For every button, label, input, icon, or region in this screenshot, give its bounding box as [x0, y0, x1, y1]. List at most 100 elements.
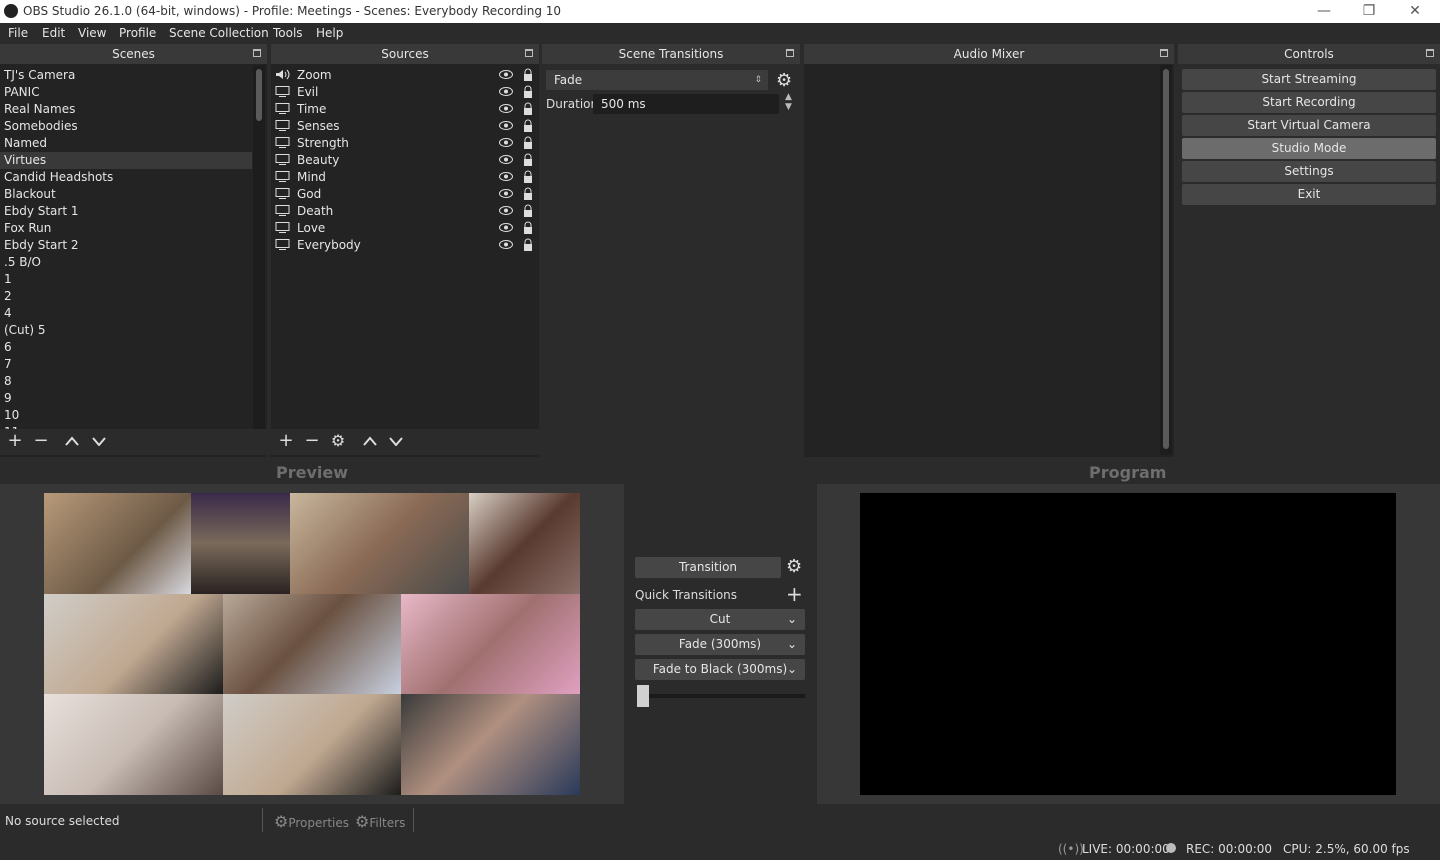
scroll-thumb[interactable]	[1163, 69, 1169, 449]
preview-panel[interactable]	[0, 484, 624, 804]
start-streaming-button[interactable]: Start Streaming	[1182, 69, 1436, 90]
lock-icon[interactable]	[523, 136, 533, 150]
remove-source-button[interactable]: −	[302, 432, 322, 452]
scene-item[interactable]: Candid Headshots	[0, 169, 252, 186]
source-item[interactable]: Love	[271, 220, 537, 237]
source-item[interactable]: Beauty	[271, 152, 537, 169]
scenes-scrollbar[interactable]	[253, 65, 265, 429]
source-item[interactable]: Death	[271, 203, 537, 220]
scene-item[interactable]: Ebdy Start 2	[0, 237, 252, 254]
float-icon[interactable]	[1426, 49, 1434, 57]
duration-field[interactable]: 500 ms	[593, 94, 779, 114]
scene-list[interactable]: TJ's Camera PANIC Real Names Somebodies Name…	[0, 65, 267, 429]
menu-tools[interactable]: Tools	[273, 26, 303, 40]
lock-icon[interactable]	[523, 238, 533, 252]
source-item[interactable]: Everybody	[271, 237, 537, 254]
transition-gear-icon[interactable]: ⚙	[776, 70, 792, 91]
quick-transition-cut[interactable]: Cut ⌄	[635, 609, 805, 630]
source-item[interactable]: Mind	[271, 169, 537, 186]
start-virtual-camera-button[interactable]: Start Virtual Camera	[1182, 115, 1436, 136]
scene-item[interactable]: Named	[0, 135, 252, 152]
menu-help[interactable]: Help	[316, 26, 343, 40]
scene-item[interactable]: Ebdy Start 1	[0, 203, 252, 220]
lock-icon[interactable]	[523, 85, 533, 99]
lock-icon[interactable]	[523, 68, 533, 82]
remove-scene-button[interactable]: −	[31, 432, 51, 452]
scene-item[interactable]: Virtues	[0, 152, 252, 169]
add-quick-transition-icon[interactable]: +	[786, 582, 803, 606]
float-icon[interactable]	[786, 49, 794, 57]
eye-icon[interactable]	[499, 172, 513, 181]
scene-item[interactable]: 1	[0, 271, 252, 288]
move-down-button[interactable]	[89, 432, 109, 452]
duration-spinner[interactable]: ▲ ▼	[781, 92, 796, 114]
close-button[interactable]: ✕	[1392, 0, 1438, 23]
t-bar-handle[interactable]	[637, 685, 649, 707]
menu-profile[interactable]: Profile	[119, 26, 156, 40]
source-down-button[interactable]	[386, 432, 406, 452]
scene-item[interactable]: PANIC	[0, 84, 252, 101]
start-recording-button[interactable]: Start Recording	[1182, 92, 1436, 113]
scene-item[interactable]: Real Names	[0, 101, 252, 118]
eye-icon[interactable]	[499, 223, 513, 232]
scroll-thumb[interactable]	[256, 69, 262, 121]
source-item[interactable]: God	[271, 186, 537, 203]
preview-canvas[interactable]	[44, 493, 580, 795]
scene-item[interactable]: 10	[0, 407, 252, 424]
source-item[interactable]: Time	[271, 101, 537, 118]
menu-edit[interactable]: Edit	[42, 26, 65, 40]
chevron-down-icon[interactable]: ⌄	[787, 659, 797, 680]
scene-item[interactable]: Somebodies	[0, 118, 252, 135]
menu-scene-collection[interactable]: Scene Collection	[169, 26, 269, 40]
eye-icon[interactable]	[499, 206, 513, 215]
lock-icon[interactable]	[523, 204, 533, 218]
program-panel[interactable]	[817, 484, 1440, 804]
chevron-down-icon[interactable]: ⌄	[787, 609, 797, 630]
source-item[interactable]: Senses	[271, 118, 537, 135]
add-source-button[interactable]: +	[276, 432, 296, 452]
scene-item[interactable]: 2	[0, 288, 252, 305]
scene-item[interactable]: 9	[0, 390, 252, 407]
lock-icon[interactable]	[523, 221, 533, 235]
eye-icon[interactable]	[499, 104, 513, 113]
float-icon[interactable]	[253, 49, 261, 57]
lock-icon[interactable]	[523, 119, 533, 133]
scene-item[interactable]: Blackout	[0, 186, 252, 203]
settings-button[interactable]: Settings	[1182, 161, 1436, 182]
properties-button[interactable]: ⚙Properties	[274, 812, 349, 831]
eye-icon[interactable]	[499, 87, 513, 96]
transition-select[interactable]: Fade ⇕	[546, 70, 768, 90]
lock-icon[interactable]	[523, 102, 533, 116]
restore-button[interactable]: ❐	[1346, 0, 1392, 23]
menu-view[interactable]: View	[78, 26, 106, 40]
scene-item[interactable]: 8	[0, 373, 252, 390]
eye-icon[interactable]	[499, 240, 513, 249]
scene-item[interactable]: Fox Run	[0, 220, 252, 237]
source-item[interactable]: Zoom	[271, 67, 537, 84]
studio-mode-button[interactable]: Studio Mode	[1182, 138, 1436, 159]
source-item[interactable]: Evil	[271, 84, 537, 101]
lock-icon[interactable]	[523, 187, 533, 201]
quick-transition-fade[interactable]: Fade (300ms) ⌄	[635, 634, 805, 655]
scene-item[interactable]: 6	[0, 339, 252, 356]
mixer-scrollbar[interactable]	[1160, 65, 1172, 455]
lock-icon[interactable]	[523, 170, 533, 184]
move-up-button[interactable]	[62, 432, 82, 452]
source-properties-button[interactable]: ⚙	[328, 432, 348, 452]
eye-icon[interactable]	[499, 155, 513, 164]
chevron-down-icon[interactable]: ⌄	[787, 634, 797, 655]
eye-icon[interactable]	[499, 70, 513, 79]
menu-file[interactable]: File	[8, 26, 28, 40]
filters-button[interactable]: ⚙Filters	[355, 812, 405, 831]
float-icon[interactable]	[525, 49, 533, 57]
scene-item[interactable]: .5 B/O	[0, 254, 252, 271]
exit-button[interactable]: Exit	[1182, 184, 1436, 205]
lock-icon[interactable]	[523, 153, 533, 167]
source-item[interactable]: Strength	[271, 135, 537, 152]
minimize-button[interactable]: —	[1301, 0, 1347, 23]
transition-button[interactable]: Transition	[635, 557, 781, 578]
source-list[interactable]: Zoom Evil Time Senses Strength Beauty Mind God D…	[271, 65, 539, 429]
eye-icon[interactable]	[499, 121, 513, 130]
add-scene-button[interactable]: +	[5, 432, 25, 452]
quick-transition-fade-black[interactable]: Fade to Black (300ms) ⌄	[635, 659, 805, 680]
